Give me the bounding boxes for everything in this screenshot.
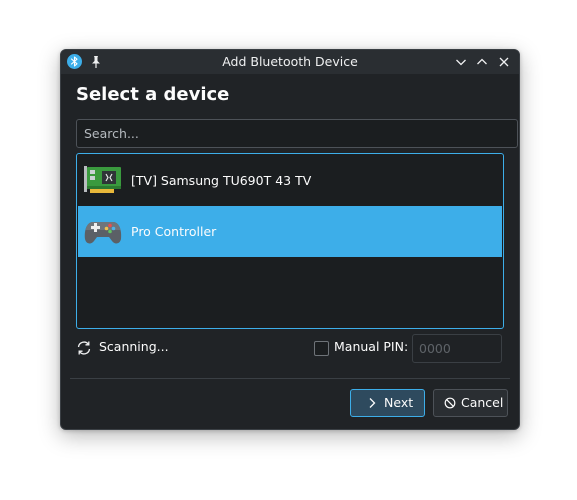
scanning-status: Scanning... <box>99 339 169 354</box>
device-list[interactable]: [TV] Samsung TU690T 43 TV Pro Controller <box>76 153 504 329</box>
next-button-label: Next <box>384 395 414 410</box>
page-title: Select a device <box>76 84 230 105</box>
refresh-icon <box>76 340 92 356</box>
close-icon[interactable] <box>497 55 511 69</box>
divider <box>70 378 510 379</box>
gamepad-icon <box>84 215 122 247</box>
maximize-icon[interactable] <box>475 55 489 69</box>
cancel-button[interactable]: Cancel <box>433 389 508 417</box>
cancel-icon <box>444 397 456 409</box>
manual-pin-input[interactable] <box>412 334 502 363</box>
add-bluetooth-device-dialog: Add Bluetooth Device Select a device Sea… <box>60 49 520 430</box>
device-label: [TV] Samsung TU690T 43 TV <box>131 173 312 188</box>
device-label: Pro Controller <box>131 224 217 239</box>
search-input[interactable] <box>76 119 518 148</box>
window-title: Add Bluetooth Device <box>222 54 358 69</box>
device-item-samsung-tv[interactable]: [TV] Samsung TU690T 43 TV <box>78 155 502 206</box>
device-item-pro-controller[interactable]: Pro Controller <box>78 206 502 257</box>
network-card-icon <box>84 164 122 196</box>
cancel-button-label: Cancel <box>461 395 504 410</box>
manual-pin-label: Manual PIN: <box>334 339 409 354</box>
title-bar: Add Bluetooth Device <box>61 50 519 74</box>
next-button[interactable]: Next <box>350 389 425 417</box>
manual-pin-checkbox[interactable] <box>314 341 329 356</box>
minimize-icon[interactable] <box>454 55 468 69</box>
chevron-right-icon <box>366 397 378 409</box>
